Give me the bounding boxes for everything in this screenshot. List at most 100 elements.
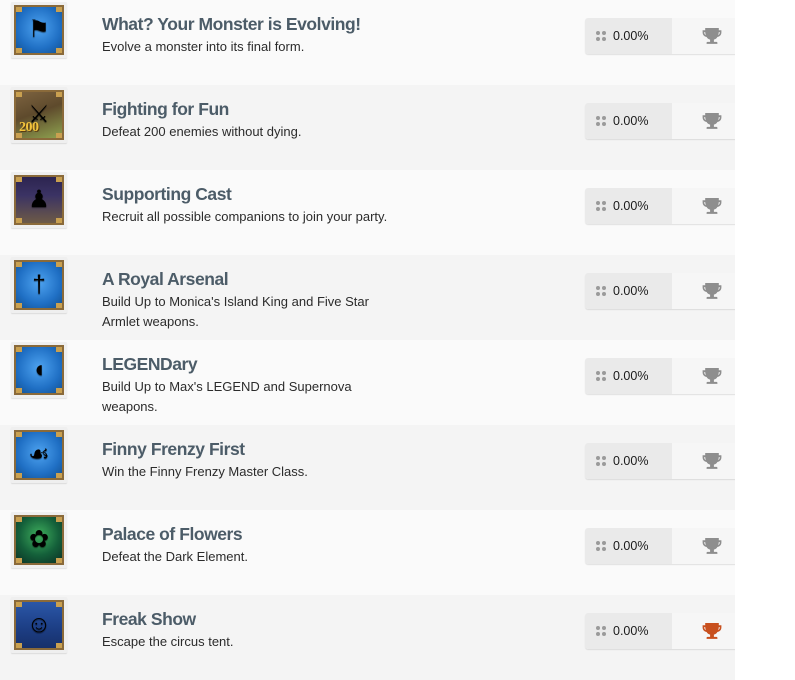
achievement-row: ◖ LEGENDary Build Up to Max's LEGEND and S… — [0, 340, 765, 425]
achievement-text: Freak Show Escape the circus tent. — [78, 595, 585, 652]
achievement-row: † A Royal Arsenal Build Up to Monica's Isl… — [0, 255, 765, 340]
icon-badge: 200 — [19, 120, 39, 135]
achievement-title[interactable]: Palace of Flowers — [102, 524, 575, 544]
row-right-gutter — [735, 510, 765, 595]
achievement-description: Escape the circus tent. — [102, 634, 234, 650]
dark-element-icon: ✿ — [11, 512, 67, 568]
grid-dots-icon — [596, 116, 606, 126]
achievement-button-group: 0.00% — [585, 613, 752, 649]
achievement-description: Win the Finny Frenzy Master Class. — [102, 464, 308, 480]
icon-sprite: ⚑ — [28, 16, 50, 43]
progress-button[interactable]: 0.00% — [585, 188, 672, 224]
trophy-icon — [702, 27, 722, 46]
row-right-gutter — [735, 595, 765, 680]
island-king-sword-icon: † — [11, 257, 67, 313]
achievement-text: LEGENDary Build Up to Max's LEGEND and Su… — [78, 340, 585, 417]
row-right-gutter — [735, 85, 765, 170]
achievement-button-group: 0.00% — [585, 528, 752, 564]
achievement-button-group: 0.00% — [585, 188, 752, 224]
progress-button[interactable]: 0.00% — [585, 613, 672, 649]
supernova-cannon-icon: ◖ — [11, 342, 67, 398]
achievement-icon-cell: ⚔ 200 — [0, 85, 78, 143]
row-right-gutter — [735, 340, 765, 425]
row-right-gutter — [735, 170, 765, 255]
achievement-row: ☺ Freak Show Escape the circus tent. 0.00% — [0, 595, 765, 680]
achievement-title[interactable]: Supporting Cast — [102, 184, 575, 204]
achievement-description: Evolve a monster into its final form. — [102, 39, 305, 55]
icon-sprite: ♟ — [28, 186, 50, 213]
grid-dots-icon — [596, 626, 606, 636]
trophy-icon — [702, 282, 722, 301]
progress-percent: 0.00% — [613, 539, 649, 553]
achievement-icon-cell: ♟ — [0, 170, 78, 228]
icon-sprite: † — [32, 271, 46, 298]
trophy-icon — [702, 367, 722, 386]
achievement-list: ⚑ What? Your Monster is Evolving! Evolve a… — [0, 0, 765, 680]
treasure-chest-monster-icon: ⚑ — [11, 2, 67, 58]
achievement-description: Recruit all possible companions to join … — [102, 209, 388, 225]
achievement-title[interactable]: Freak Show — [102, 609, 575, 629]
grid-dots-icon — [596, 31, 606, 41]
achievement-text: Supporting Cast Recruit all possible comp… — [78, 170, 585, 227]
progress-percent: 0.00% — [613, 199, 649, 213]
achievement-row: ♟ Supporting Cast Recruit all possible com… — [0, 170, 765, 255]
party-companions-icon: ♟ — [11, 172, 67, 228]
fish-trophy-icon: ☙ — [11, 427, 67, 483]
achievement-row: ⚑ What? Your Monster is Evolving! Evolve a… — [0, 0, 765, 85]
achievement-title[interactable]: Finny Frenzy First — [102, 439, 575, 459]
progress-button[interactable]: 0.00% — [585, 443, 672, 479]
icon-sprite: ✿ — [28, 526, 50, 553]
achievement-icon-cell: ☺ — [0, 595, 78, 653]
achievement-description: Build Up to Monica's Island King and Fiv… — [102, 294, 369, 330]
progress-percent: 0.00% — [613, 454, 649, 468]
progress-button[interactable]: 0.00% — [585, 528, 672, 564]
trophy-icon — [702, 197, 722, 216]
progress-percent: 0.00% — [613, 29, 649, 43]
achievement-text: What? Your Monster is Evolving! Evolve a … — [78, 0, 585, 57]
achievement-text: Finny Frenzy First Win the Finny Frenzy M… — [78, 425, 585, 482]
achievement-icon-cell: ✿ — [0, 510, 78, 568]
achievement-text: Palace of Flowers Defeat the Dark Element… — [78, 510, 585, 567]
progress-percent: 0.00% — [613, 114, 649, 128]
row-right-gutter — [735, 0, 765, 85]
progress-percent: 0.00% — [613, 284, 649, 298]
achievement-title[interactable]: Fighting for Fun — [102, 99, 575, 119]
achievement-text: A Royal Arsenal Build Up to Monica's Isla… — [78, 255, 585, 332]
achievement-icon-cell: † — [0, 255, 78, 313]
grid-dots-icon — [596, 541, 606, 551]
boulder-hero-icon: ⚔ 200 — [11, 87, 67, 143]
achievement-icon-cell: ◖ — [0, 340, 78, 398]
achievement-text: Fighting for Fun Defeat 200 enemies witho… — [78, 85, 585, 142]
achievement-row: ⚔ 200 Fighting for Fun Defeat 200 enemies w… — [0, 85, 765, 170]
achievement-icon-cell: ☙ — [0, 425, 78, 483]
trophy-icon — [702, 452, 722, 471]
grid-dots-icon — [596, 456, 606, 466]
achievement-description: Defeat the Dark Element. — [102, 549, 248, 565]
achievement-title[interactable]: LEGENDary — [102, 354, 575, 374]
progress-button[interactable]: 0.00% — [585, 358, 672, 394]
icon-sprite: ☙ — [28, 441, 50, 468]
achievement-icon-cell: ⚑ — [0, 0, 78, 58]
clown-icon: ☺ — [11, 597, 67, 653]
achievement-button-group: 0.00% — [585, 18, 752, 54]
grid-dots-icon — [596, 371, 606, 381]
achievement-button-group: 0.00% — [585, 273, 752, 309]
achievement-button-group: 0.00% — [585, 103, 752, 139]
achievement-description: Build Up to Max's LEGEND and Supernova w… — [102, 379, 352, 415]
progress-button[interactable]: 0.00% — [585, 103, 672, 139]
progress-percent: 0.00% — [613, 369, 649, 383]
achievement-title[interactable]: A Royal Arsenal — [102, 269, 575, 289]
row-right-gutter — [735, 255, 765, 340]
achievement-button-group: 0.00% — [585, 358, 752, 394]
achievement-description: Defeat 200 enemies without dying. — [102, 124, 302, 140]
achievement-row: ☙ Finny Frenzy First Win the Finny Frenzy … — [0, 425, 765, 510]
progress-button[interactable]: 0.00% — [585, 273, 672, 309]
row-right-gutter — [735, 425, 765, 510]
icon-sprite: ◖ — [31, 356, 47, 383]
achievement-title[interactable]: What? Your Monster is Evolving! — [102, 14, 575, 34]
progress-percent: 0.00% — [613, 624, 649, 638]
progress-button[interactable]: 0.00% — [585, 18, 672, 54]
grid-dots-icon — [596, 201, 606, 211]
grid-dots-icon — [596, 286, 606, 296]
trophy-icon — [702, 622, 722, 641]
